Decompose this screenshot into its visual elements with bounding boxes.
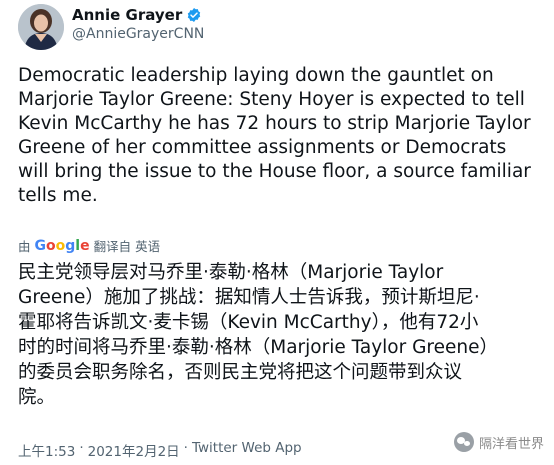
google-letter: o xyxy=(55,237,66,254)
watermark-text: 隔洋看世界 xyxy=(478,436,544,452)
google-letter: G xyxy=(34,237,47,254)
google-letter: e xyxy=(80,237,90,254)
verified-badge-icon xyxy=(186,7,202,23)
translation-source-language[interactable]: 翻译自 英语 xyxy=(94,236,160,255)
wechat-icon xyxy=(453,432,474,452)
author-handle[interactable]: @AnnieGrayerCNN xyxy=(72,26,204,42)
translation-prefix: 由 xyxy=(18,239,31,254)
google-letter: o xyxy=(46,237,56,254)
author-display-name[interactable]: Annie Grayer xyxy=(72,6,182,24)
google-logo: Google xyxy=(35,238,90,254)
tweet-date[interactable]: 2021年2月2日 xyxy=(88,440,180,460)
avatar[interactable] xyxy=(18,4,64,50)
tweet-source: Twitter Web App xyxy=(191,440,302,456)
author-name-row: Annie Grayer xyxy=(72,6,202,24)
tweet-card: Annie Grayer @AnnieGrayerCNN Democratic … xyxy=(0,0,554,465)
google-letter: g xyxy=(65,237,76,254)
translated-text: 民主党领导层对马乔里·泰勒·格林（Marjorie Taylor Greene）… xyxy=(18,262,499,408)
meta-separator: · xyxy=(183,440,188,456)
tweet-time[interactable]: 上午1:53 xyxy=(18,440,75,460)
translation-attribution: 由 Google 翻译自 英语 xyxy=(18,236,160,255)
watermark: 隔洋看世界 xyxy=(453,432,544,452)
tweet-text: Democratic leadership laying down the ga… xyxy=(18,65,531,206)
tweet-metadata: 上午1:53 · 2021年2月2日 · Twitter Web App xyxy=(18,440,302,460)
meta-separator: · xyxy=(79,440,84,456)
